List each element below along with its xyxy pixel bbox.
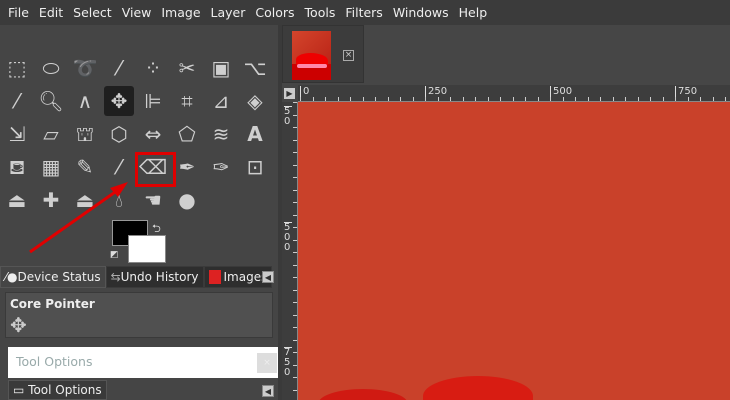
shoe-image-part [318,389,408,400]
ruler-tick [350,97,351,101]
ruler-tick [293,102,297,103]
move-pointer-icon: ✥ [10,313,27,337]
ruler-tick [450,97,451,101]
ruler-tick [325,97,326,101]
vertical-ruler[interactable]: 50 500 750 [282,102,298,400]
tab-tool-options[interactable]: ▭ Tool Options [8,380,107,400]
background-color-swatch[interactable] [128,235,166,263]
ruler-tick [293,289,297,291]
ruler-label: 0 [300,86,309,100]
ruler-label: 500 [550,86,572,100]
dock-menu-button[interactable]: ◀ [262,271,274,283]
ruler-tick [575,97,576,101]
ruler-tick [537,97,539,101]
ruler-tick [300,97,301,101]
device-status-panel: Core Pointer ✥ [5,292,273,338]
ruler-tick [293,177,297,178]
ruler-tick [487,97,489,101]
image-thumb-icon [208,270,221,284]
image-tabs: × [282,25,730,85]
ruler-tick [293,202,297,203]
swap-colors-icon[interactable]: ⮌ [152,220,161,239]
ruler-tick [293,189,297,191]
ruler-tick [375,97,376,101]
ruler-tick [712,97,714,101]
ruler-tick [525,97,526,101]
ruler-tick [293,339,297,341]
ruler-tick [725,97,726,101]
ruler-tick [293,139,297,141]
menu-tools[interactable]: Tools [305,5,336,20]
ruler-tick [293,264,297,266]
ruler-tick [700,97,701,101]
reset-colors-icon[interactable]: ◩ [110,250,119,260]
ruler-tick [550,97,551,101]
ruler-tick [337,97,339,101]
ruler-tick [293,352,297,353]
close-icon[interactable]: × [257,353,277,373]
image-thumbnail [292,31,331,80]
ruler-tick [662,97,664,101]
ruler-tick [475,97,476,101]
ruler-label: 750 [284,347,292,378]
dock-menu-button-2[interactable]: ◀ [262,385,274,397]
ruler-label: 250 [425,86,447,100]
ruler-tick [293,152,297,153]
ruler-tick [293,227,297,228]
ruler-tick [293,302,297,303]
ruler-tick [512,97,514,101]
ruler-tick [412,97,414,101]
ruler-tick [312,97,314,101]
ruler-tick [587,97,589,101]
image-canvas[interactable] [298,102,730,400]
tool-options-header: Tool Options × [8,347,279,378]
ruler-tick [293,389,297,391]
ruler-tick [437,97,439,101]
ruler-tick [637,97,639,101]
ruler-tick [293,314,297,316]
core-pointer-label: Core Pointer [10,297,95,311]
ruler-tick [293,239,297,241]
ruler-label: 50 [284,106,292,127]
ruler-tick [462,97,464,101]
menu-help[interactable]: Help [459,5,488,20]
ruler-tick [293,214,297,216]
tool-options-icon: ▭ [13,383,25,397]
ruler-tick [387,97,389,101]
ruler-tick [650,97,651,101]
ruler-label: 750 [675,86,697,100]
ruler-tick [293,127,297,128]
ruler-tick [625,97,626,101]
ruler-tick [600,97,601,101]
ruler-tick [293,277,297,278]
ruler-tick [500,97,501,101]
ruler-tick [362,97,364,101]
tab-device-status[interactable]: ⁄● Device Status [0,266,106,288]
ruler-tick [293,114,297,116]
ruler-tick [612,97,614,101]
ruler-tick [293,327,297,328]
menu-windows[interactable]: Windows [393,5,449,20]
menu-filters[interactable]: Filters [345,5,382,20]
ruler-tick [425,97,426,101]
dock-tabs: ⁄● Device Status ⇆ Undo History Images [0,266,278,288]
ruler-tick [400,97,401,101]
device-status-icon: ⁄● [5,270,18,284]
quick-mask-toggle[interactable]: ▶ [284,88,295,99]
ruler-tick [293,377,297,378]
horizontal-ruler[interactable]: 0 250 500 750 [298,85,730,102]
tab-undo-history[interactable]: ⇆ Undo History [105,266,204,288]
ruler-tick [687,97,689,101]
ruler-label: 500 [284,222,292,253]
ruler-tick [675,97,676,101]
image-tab[interactable]: × [282,25,364,83]
shoe-image-part [423,376,533,400]
ruler-tick [293,364,297,366]
close-image-icon[interactable]: × [343,50,354,61]
ruler-tick [562,97,564,101]
ruler-tick [293,164,297,166]
undo-icon: ⇆ [110,270,121,284]
ruler-tick [293,252,297,253]
